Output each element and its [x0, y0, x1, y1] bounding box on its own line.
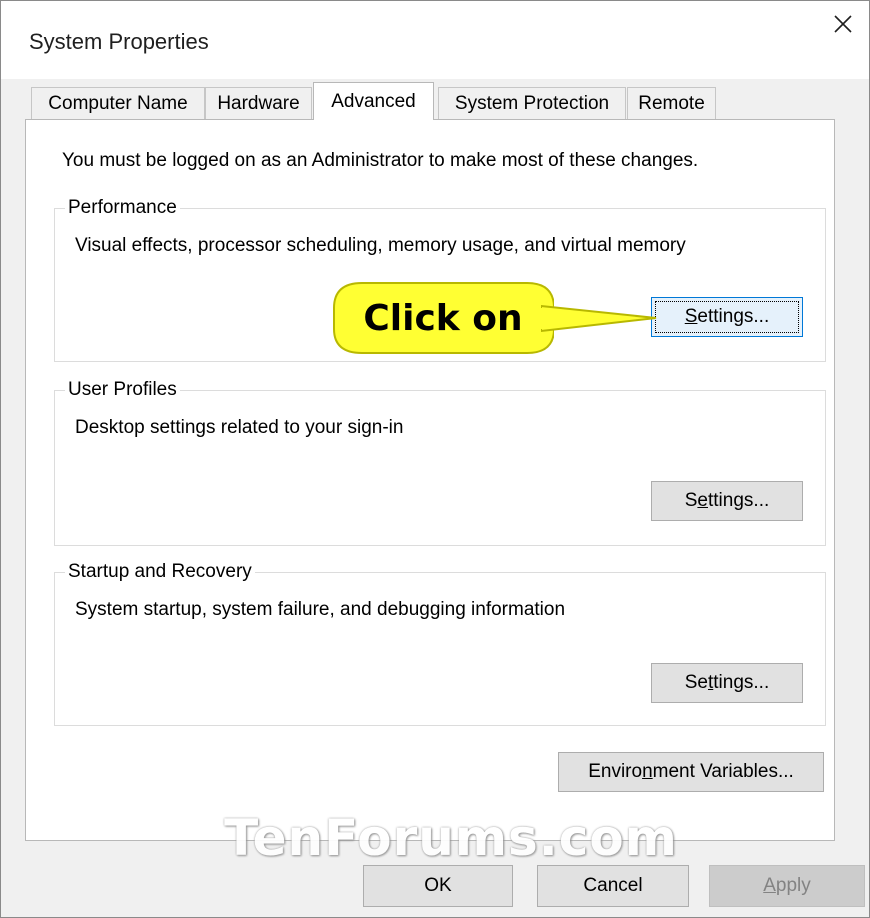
environment-variables-button[interactable]: Environment Variables... — [558, 752, 824, 792]
user-profiles-title: User Profiles — [65, 378, 180, 402]
user-profiles-group: User Profiles Desktop settings related t… — [54, 378, 826, 546]
user-profiles-settings-button[interactable]: Settings... — [651, 481, 803, 521]
admin-note: You must be logged on as an Administrato… — [62, 150, 699, 171]
callout-text: Click on — [363, 298, 523, 339]
startup-recovery-settings-button[interactable]: Settings... — [651, 663, 803, 703]
startup-recovery-group: Startup and Recovery System startup, sys… — [54, 560, 826, 726]
callout-pointer — [541, 304, 657, 333]
advanced-tab-panel: You must be logged on as an Administrato… — [25, 119, 835, 841]
startup-recovery-title: Startup and Recovery — [65, 560, 255, 584]
performance-description: Visual effects, processor scheduling, me… — [75, 235, 686, 256]
close-button[interactable] — [817, 1, 869, 47]
tab-advanced[interactable]: Advanced — [313, 82, 434, 120]
title-bar: System Properties — [1, 1, 869, 79]
focus-ring — [655, 301, 799, 333]
user-profiles-description: Desktop settings related to your sign-in — [75, 417, 404, 438]
tenforums-watermark: TenForums.com — [224, 809, 678, 867]
startup-recovery-description: System startup, system failure, and debu… — [75, 599, 566, 620]
tab-system-protection[interactable]: System Protection — [438, 87, 626, 119]
system-properties-window: System Properties Computer Name Hardware… — [0, 0, 870, 918]
tab-computer-name[interactable]: Computer Name — [31, 87, 205, 119]
window-title: System Properties — [29, 29, 209, 54]
ok-button[interactable]: OK — [363, 865, 513, 907]
cancel-button[interactable]: Cancel — [537, 865, 689, 907]
performance-title: Performance — [65, 196, 180, 220]
performance-settings-button[interactable]: Settings... — [651, 297, 803, 337]
apply-button[interactable]: Apply — [709, 865, 865, 907]
tab-hardware[interactable]: Hardware — [205, 87, 312, 119]
close-icon — [834, 15, 852, 33]
tab-remote[interactable]: Remote — [627, 87, 716, 119]
